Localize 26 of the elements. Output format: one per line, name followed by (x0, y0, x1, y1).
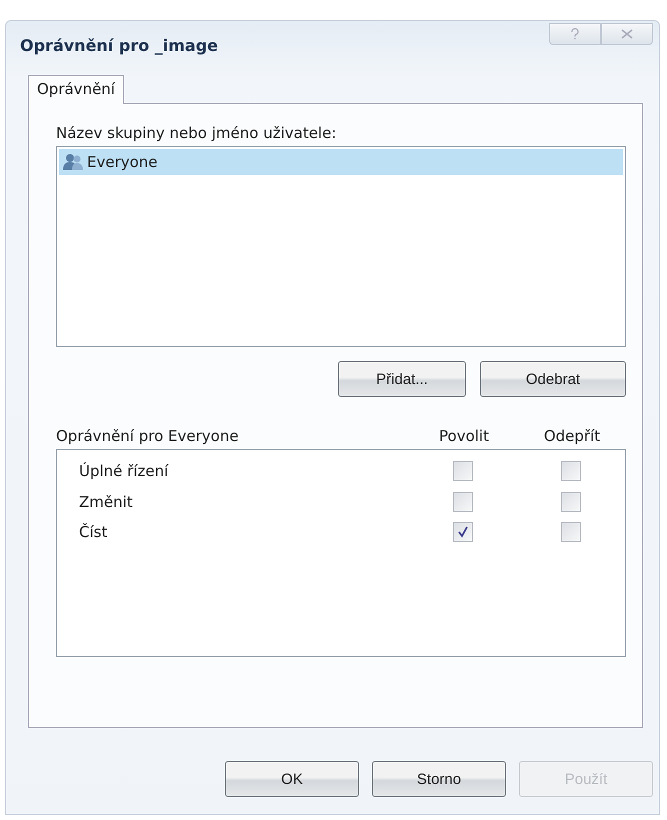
permission-name: Změnit (79, 492, 134, 511)
check-icon (457, 526, 469, 538)
users-icon (63, 153, 83, 171)
close-icon (621, 29, 633, 39)
column-header: Odepřít (542, 427, 602, 445)
checkbox[interactable] (453, 522, 473, 542)
checkbox[interactable] (561, 461, 581, 482)
permissions-label: Oprávnění pro Everyone (56, 427, 240, 445)
user-list-item[interactable]: Everyone (59, 149, 623, 175)
window-title: Oprávnění pro _image (20, 36, 218, 54)
checkbox[interactable] (561, 522, 581, 542)
checkbox[interactable] (453, 461, 473, 482)
help-icon (570, 28, 580, 40)
dialog-button[interactable]: Odebrat (480, 361, 626, 397)
permission-name: Úplné řízení (79, 462, 170, 480)
dialog-button[interactable]: Přidat... (338, 361, 466, 397)
close-button[interactable] (601, 23, 653, 45)
checkbox[interactable] (453, 492, 473, 512)
group-label: Název skupiny nebo jméno uživatele: (56, 124, 338, 142)
help-button[interactable] (549, 23, 601, 45)
dialog-button[interactable]: Storno (372, 761, 506, 797)
permission-name: Číst (79, 523, 108, 542)
checkbox[interactable] (561, 492, 581, 512)
column-header: Povolit (438, 427, 490, 445)
dialog-button[interactable]: OK (225, 761, 359, 797)
tab[interactable]: Oprávnění (28, 75, 124, 104)
